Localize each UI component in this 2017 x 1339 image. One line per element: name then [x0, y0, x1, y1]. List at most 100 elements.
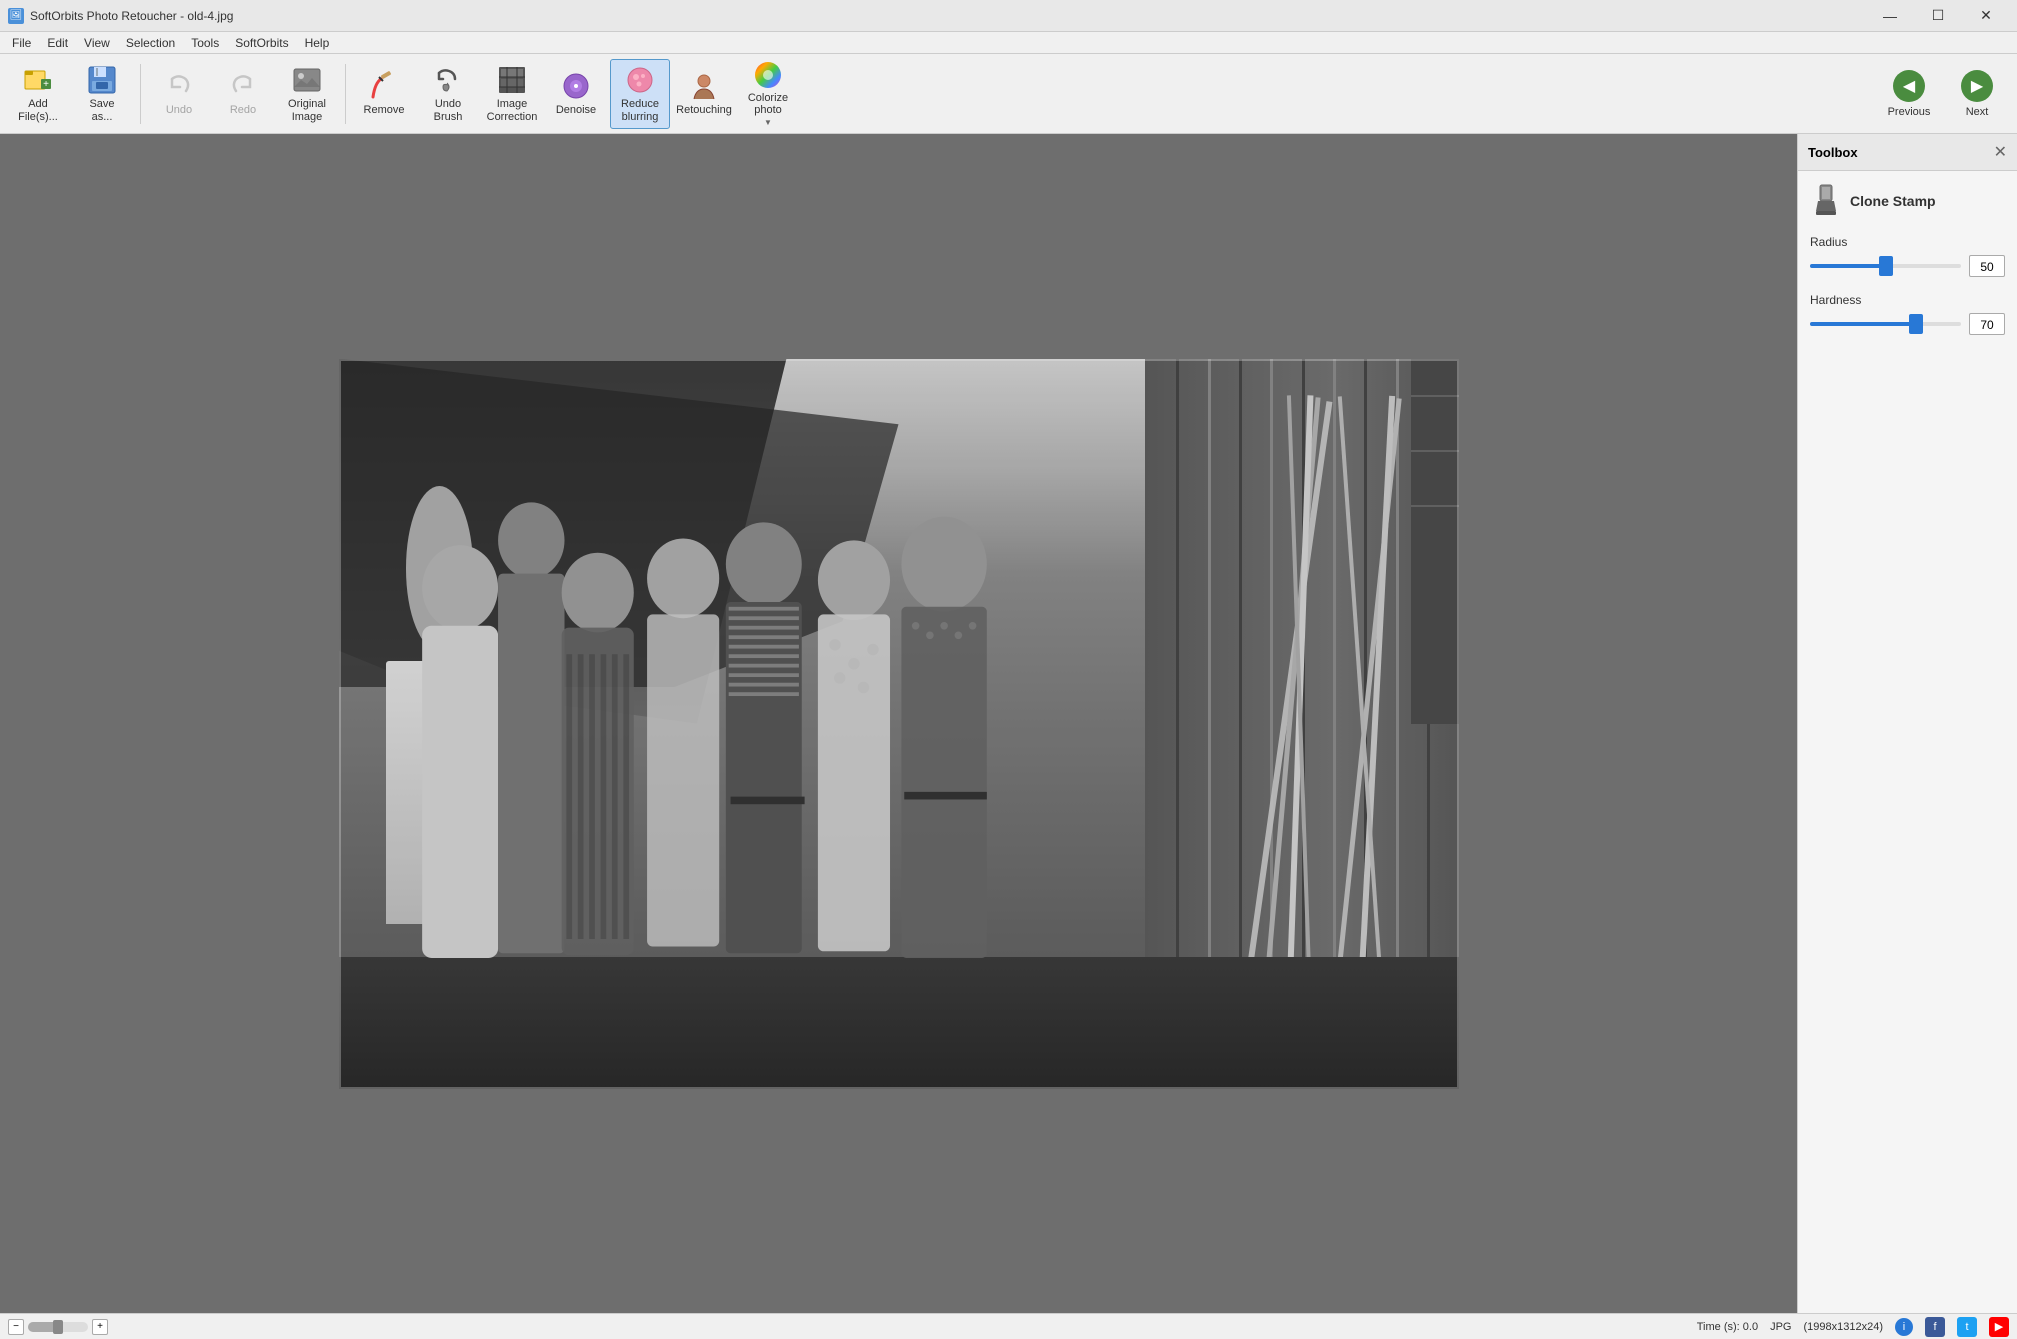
svg-text:+: +: [43, 79, 49, 90]
reduce-blurring-label: Reduce blurring: [621, 98, 659, 122]
hardness-slider-row: 70: [1810, 313, 2005, 335]
status-right: Time (s): 0.0 JPG (1998x1312x24) i f t ▶: [1697, 1317, 2009, 1337]
original-image-button[interactable]: Original Image: [277, 59, 337, 129]
reduce-blurring-button[interactable]: Reduce blurring: [610, 59, 670, 129]
original-image-label: Original Image: [288, 98, 326, 122]
radius-label: Radius: [1810, 235, 2005, 249]
menu-edit[interactable]: Edit: [39, 34, 76, 52]
image-area[interactable]: [0, 134, 1797, 1313]
add-files-button[interactable]: + Add File(s)...: [8, 59, 68, 129]
stamp-icon: [1810, 183, 1842, 219]
status-zoom: − +: [8, 1319, 108, 1335]
status-bar: − + Time (s): 0.0 JPG (1998x1312x24) i f…: [0, 1313, 2017, 1339]
clone-stamp-title: Clone Stamp: [1850, 193, 1936, 209]
toolbox-header: Toolbox ✕: [1798, 134, 2017, 171]
retouching-button[interactable]: Retouching: [674, 59, 734, 129]
info-icon[interactable]: i: [1895, 1318, 1913, 1336]
toolbar-separator-2: [345, 64, 346, 124]
toolbar-separator-1: [140, 64, 141, 124]
radius-slider-track[interactable]: [1810, 264, 1961, 268]
previous-arrow-icon: ◀: [1893, 70, 1925, 102]
facebook-icon[interactable]: f: [1925, 1317, 1945, 1337]
undo-brush-icon: [432, 64, 464, 96]
close-button[interactable]: ✕: [1963, 0, 2009, 32]
hardness-slider-fill: [1810, 322, 1916, 326]
colorize-icon: [752, 60, 784, 90]
radius-section: Radius 50: [1810, 235, 2005, 277]
add-files-icon: +: [22, 64, 54, 96]
next-label: Next: [1966, 106, 1989, 118]
radius-slider-thumb[interactable]: [1879, 256, 1893, 276]
status-time: Time (s): 0.0: [1697, 1321, 1758, 1333]
menu-file[interactable]: File: [4, 34, 39, 52]
hardness-value[interactable]: 70: [1969, 313, 2005, 335]
image-correction-label: Image Correction: [487, 98, 538, 122]
remove-button[interactable]: Remove: [354, 59, 414, 129]
clone-stamp-header: Clone Stamp: [1810, 183, 2005, 219]
undo-brush-label: Undo Brush: [434, 98, 463, 122]
maximize-button[interactable]: ☐: [1915, 0, 1961, 32]
undo-button[interactable]: Undo: [149, 59, 209, 129]
reduce-blurring-icon: [624, 64, 656, 96]
hardness-label: Hardness: [1810, 293, 2005, 307]
menu-bar: File Edit View Selection Tools SoftOrbit…: [0, 32, 2017, 54]
retouching-icon: [688, 70, 720, 102]
denoise-button[interactable]: Denoise: [546, 59, 606, 129]
app-icon: 🖼: [8, 8, 24, 24]
toolbox-title: Toolbox: [1808, 145, 1858, 160]
title-bar-controls: — ☐ ✕: [1867, 0, 2009, 32]
radius-slider-fill: [1810, 264, 1886, 268]
next-button[interactable]: ▶ Next: [1945, 59, 2009, 129]
youtube-icon[interactable]: ▶: [1989, 1317, 2009, 1337]
radius-slider-row: 50: [1810, 255, 2005, 277]
title-bar-left: 🖼 SoftOrbits Photo Retoucher - old-4.jpg: [8, 8, 233, 24]
denoise-label: Denoise: [556, 104, 596, 116]
undo-brush-button[interactable]: Undo Brush: [418, 59, 478, 129]
main-area: Toolbox ✕ Clone Stamp Radius: [0, 134, 2017, 1313]
minimize-button[interactable]: —: [1867, 0, 1913, 32]
previous-label: Previous: [1888, 106, 1931, 118]
radius-value[interactable]: 50: [1969, 255, 2005, 277]
remove-label: Remove: [364, 104, 405, 116]
window-title: SoftOrbits Photo Retoucher - old-4.jpg: [30, 9, 233, 23]
denoise-icon: [560, 70, 592, 102]
toolbox-close-button[interactable]: ✕: [1994, 142, 2007, 162]
colorize-photo-label: Colorize photo: [748, 92, 788, 116]
menu-selection[interactable]: Selection: [118, 34, 183, 52]
photo-canvas[interactable]: [339, 359, 1459, 1089]
zoom-slider[interactable]: [28, 1322, 88, 1332]
save-as-button[interactable]: Save as...: [72, 59, 132, 129]
retouching-label: Retouching: [676, 104, 732, 116]
clone-stamp-section: Clone Stamp Radius 50 Hardness: [1798, 171, 2017, 363]
remove-icon: [368, 70, 400, 102]
save-icon: [86, 64, 118, 96]
zoom-out-button[interactable]: −: [8, 1319, 24, 1335]
menu-softorbits[interactable]: SoftOrbits: [227, 34, 296, 52]
previous-button[interactable]: ◀ Previous: [1877, 59, 1941, 129]
undo-label: Undo: [166, 104, 192, 116]
save-as-label: Save as...: [89, 98, 114, 122]
redo-label: Redo: [230, 104, 256, 116]
redo-button[interactable]: Redo: [213, 59, 273, 129]
toolbar-nav: ◀ Previous ▶ Next: [1877, 59, 2009, 129]
redo-icon: [227, 70, 259, 102]
toolbox-panel: Toolbox ✕ Clone Stamp Radius: [1797, 134, 2017, 1313]
menu-help[interactable]: Help: [297, 34, 338, 52]
zoom-in-button[interactable]: +: [92, 1319, 108, 1335]
status-dimensions: (1998x1312x24): [1803, 1321, 1883, 1333]
menu-tools[interactable]: Tools: [183, 34, 227, 52]
add-files-label: Add File(s)...: [18, 98, 58, 122]
toolbar: + Add File(s)... Save as... Undo: [0, 54, 2017, 134]
colorize-dropdown-arrow: ▼: [764, 118, 772, 127]
image-correction-icon: [496, 64, 528, 96]
hardness-slider-track[interactable]: [1810, 322, 1961, 326]
status-format: JPG: [1770, 1321, 1791, 1333]
hardness-slider-thumb[interactable]: [1909, 314, 1923, 334]
hardness-section: Hardness 70: [1810, 293, 2005, 335]
original-image-icon: [291, 64, 323, 96]
photo-container: [0, 134, 1797, 1313]
colorize-photo-button[interactable]: Colorize photo ▼: [738, 59, 798, 129]
menu-view[interactable]: View: [76, 34, 118, 52]
twitter-icon[interactable]: t: [1957, 1317, 1977, 1337]
image-correction-button[interactable]: Image Correction: [482, 59, 542, 129]
